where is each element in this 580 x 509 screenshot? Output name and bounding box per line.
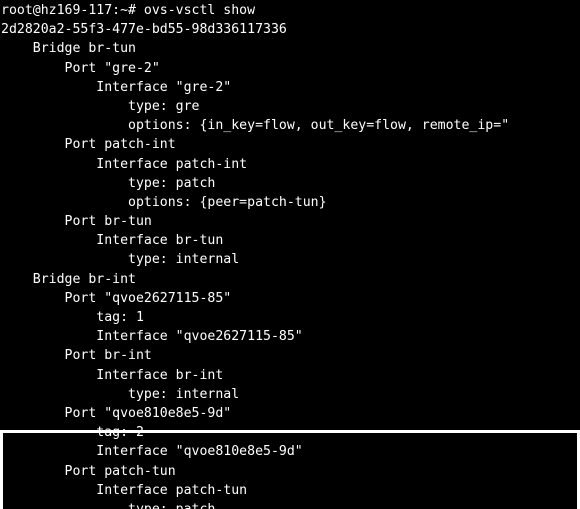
terminal-line-port-patch-tun: Port patch-tun: [1, 463, 176, 479]
terminal-line-prompt-command: root@hz169-117:~# ovs-vsctl show: [1, 3, 256, 18]
terminal-line-options-patch-int: options: {peer=patch-tun}: [1, 194, 327, 210]
terminal-line-db-uuid: 2d2820a2-55f3-477e-bd55-98d336117336: [1, 22, 287, 38]
terminal-line-interface-patch-tun: Interface patch-tun: [1, 482, 248, 498]
terminal-line-type-patch-tun: type: patch: [0, 500, 580, 509]
terminal-line-options-gre: options: {in_key=flow, out_key=flow, rem…: [1, 118, 510, 134]
terminal-line-port-qvoe2627115-85: Port "qvoe2627115-85": [1, 290, 232, 306]
terminal-line-port-patch-int: Port patch-int: [1, 137, 176, 153]
terminal-line-type-patch-int: type: patch: [1, 175, 216, 191]
terminal-line-bridge-br-int: Bridge br-int: [1, 271, 136, 287]
terminal-line-interface-br-int: Interface br-int: [1, 367, 224, 383]
terminal-line-type-internal-br-int: type: internal: [1, 386, 240, 402]
terminal-line-interface-br-tun: Interface br-tun: [1, 233, 224, 249]
terminal-line-interface-qvoe810e8e5-9d: Interface "qvoe810e8e5-9d": [1, 444, 303, 460]
terminal-line-interface-gre-2: Interface "gre-2": [1, 79, 232, 95]
terminal-line-port-gre-2: Port "gre-2": [1, 60, 160, 76]
terminal-line-port-br-int: Port br-int: [1, 348, 152, 364]
terminal-line-port-br-tun: Port br-tun: [1, 214, 152, 230]
terminal-line-type-gre: type: gre: [1, 98, 200, 114]
terminal-line-tag-1: tag: 1: [1, 310, 144, 325]
terminal-line-interface-qvoe2627115-85: Interface "qvoe2627115-85": [1, 329, 303, 345]
terminal-output-area[interactable]: root@hz169-117:~# ovs-vsctl show 2d2820a…: [0, 0, 580, 509]
terminal-line-tag-2: tag: 2: [1, 425, 144, 441]
terminal-line-type-internal-br-tun: type: internal: [1, 252, 240, 268]
terminal-line-port-qvoe810e8e5-9d: Port "qvoe810e8e5-9d": [1, 405, 232, 421]
terminal-line-interface-patch-int: Interface patch-int: [1, 156, 248, 172]
terminal-window[interactable]: root@hz169-117:~# ovs-vsctl show 2d2820a…: [0, 0, 580, 509]
terminal-line-bridge-br-tun: Bridge br-tun: [1, 41, 136, 57]
